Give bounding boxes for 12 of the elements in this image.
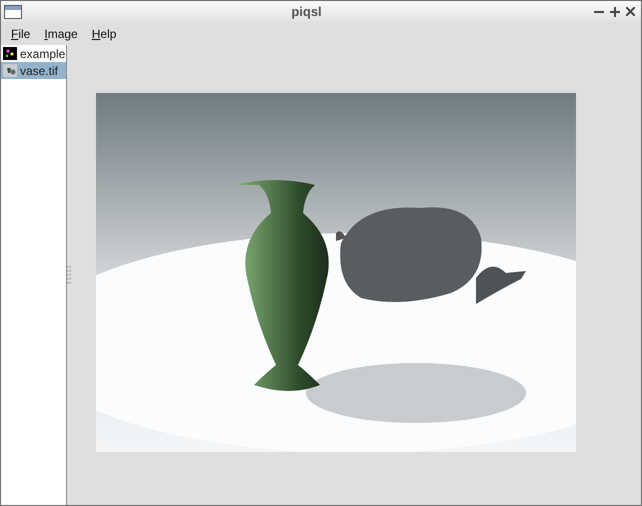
menu-item[interactable]: Help	[84, 22, 124, 44]
window-title: piqsl	[291, 4, 322, 19]
thumbnail-icon	[3, 64, 17, 77]
window-menu-icon[interactable]	[4, 4, 22, 18]
image-list-item[interactable]: vase.tif	[1, 62, 66, 79]
splitter-handle[interactable]	[67, 266, 71, 284]
thumbnail-icon	[3, 47, 17, 60]
maximize-icon[interactable]	[610, 6, 620, 16]
close-icon[interactable]	[626, 7, 635, 16]
image-list-item[interactable]: example.	[1, 45, 66, 62]
menu-item[interactable]: File	[4, 22, 38, 44]
menu-item[interactable]: Image	[37, 22, 85, 44]
